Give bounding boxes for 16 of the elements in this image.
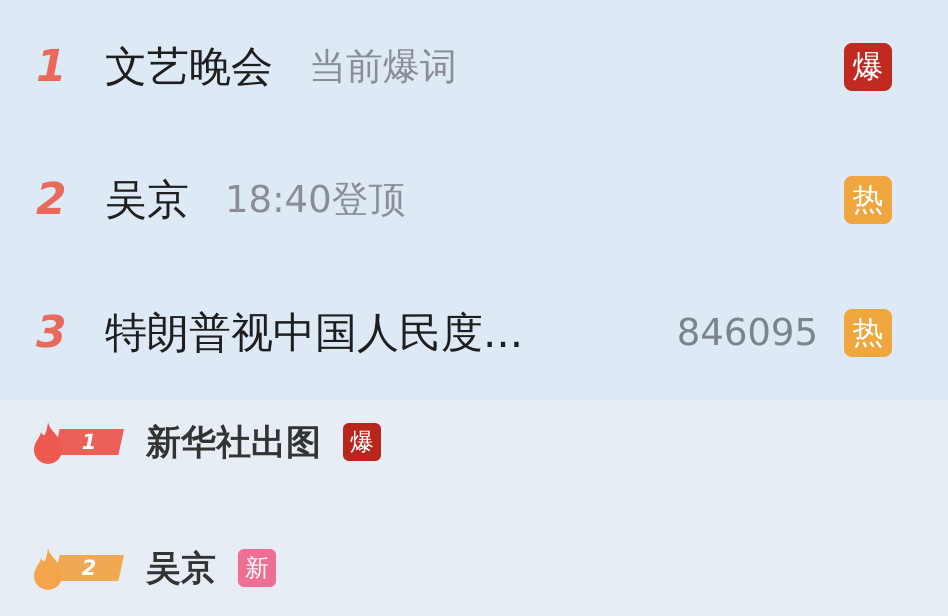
topic-title[interactable]: 新华社出图 (146, 418, 321, 466)
rank-number: 1 (36, 41, 68, 92)
rank-number: 3 (36, 307, 68, 358)
topic-title[interactable]: 吴京 (105, 172, 189, 228)
topic-note: 18:40登顶 (225, 176, 406, 222)
rank-number: 2 (36, 174, 68, 225)
hot-tag: 爆 (343, 423, 381, 461)
topic-title[interactable]: 文艺晚会 (105, 38, 273, 94)
hot-tag: 新 (238, 549, 276, 587)
hot-tag: 热 (844, 308, 892, 356)
hot-tag: 爆 (844, 42, 892, 90)
topic-title[interactable]: 吴京 (146, 544, 216, 592)
hot-tag: 热 (844, 176, 892, 224)
topic-note: 当前爆词 (309, 44, 457, 90)
heat-count: 846095 (676, 311, 818, 354)
topic-title[interactable]: 特朗普视中国人民度... (105, 304, 524, 360)
